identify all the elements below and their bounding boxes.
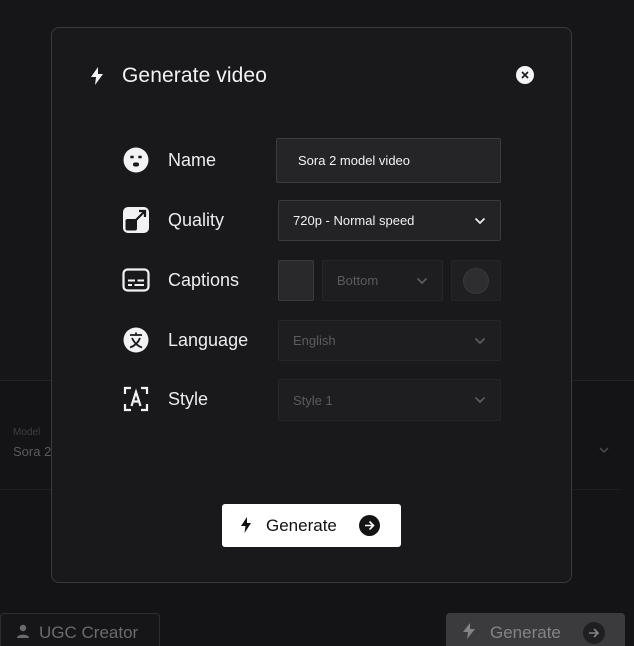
generate-button-label: Generate (266, 516, 337, 535)
app-stage: Model Sora 2 UGC Creator Generate Genera… (0, 0, 634, 646)
modal-header: Generate video (90, 64, 267, 88)
style-label: Style (168, 389, 209, 409)
text-frame-icon (122, 385, 150, 413)
color-swatch-icon (463, 267, 489, 294)
face-icon (122, 146, 150, 174)
close-button[interactable] (516, 66, 534, 84)
subtitles-icon (122, 266, 150, 294)
caption-toggle[interactable] (278, 260, 314, 301)
language-select-value: English (293, 333, 336, 348)
bolt-icon (462, 622, 476, 644)
background-generate-button[interactable]: Generate (446, 613, 625, 646)
caption-color-picker[interactable] (451, 260, 501, 301)
chevron-down-icon (598, 443, 610, 455)
translate-icon (122, 326, 150, 354)
bolt-icon (240, 517, 252, 533)
name-label: Name (168, 150, 217, 170)
chevron-down-icon (474, 396, 486, 404)
close-icon (521, 66, 529, 84)
background-generate-label: Generate (490, 623, 561, 642)
quality-select-value: 720p - Normal speed (293, 213, 415, 228)
expand-arrows-icon (122, 206, 150, 234)
arrow-right-icon (583, 622, 605, 644)
name-input[interactable] (276, 138, 501, 183)
chevron-down-icon (416, 277, 428, 285)
captions-label: Captions (168, 270, 240, 290)
ugc-creator-button[interactable]: UGC Creator (0, 613, 160, 646)
user-icon (15, 623, 31, 644)
language-select[interactable]: English (278, 320, 501, 361)
model-select-label: Model (13, 427, 41, 438)
arrow-right-icon (359, 515, 380, 536)
generate-video-modal: Generate video Name Sora 2 model video Q… (51, 27, 572, 583)
caption-position-value: Bottom (337, 273, 379, 288)
chevron-down-icon (474, 217, 486, 225)
caption-position-select[interactable]: Bottom (322, 260, 443, 301)
style-select-value: Style 1 (293, 392, 333, 408)
quality-select[interactable]: 720p - Normal speed (278, 200, 501, 241)
style-select[interactable]: Style 1 (278, 379, 501, 421)
ugc-creator-label: UGC Creator (39, 623, 139, 642)
modal-title: Generate video (122, 64, 267, 87)
model-select-value: Sora 2 (13, 444, 52, 459)
quality-label: Quality (168, 210, 225, 230)
bolt-icon (90, 67, 104, 85)
chevron-down-icon (474, 337, 486, 345)
language-label: Language (168, 330, 249, 350)
generate-button[interactable]: Generate (222, 504, 401, 547)
